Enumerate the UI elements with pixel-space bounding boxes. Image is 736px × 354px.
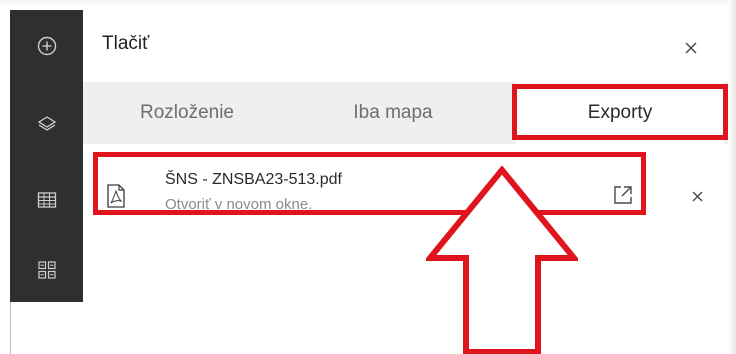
add-button[interactable] [10,24,83,68]
close-icon [685,42,697,54]
red-up-arrow [426,166,578,354]
widgets-button[interactable] [10,248,83,292]
table-icon [37,192,56,208]
panel-header: Tlačiť [83,10,728,82]
panel-close-button[interactable] [679,36,703,60]
tab-rozlozenie[interactable]: Rozloženie [103,82,271,144]
panel-title: Tlačiť [102,33,150,54]
layers-icon [37,116,56,131]
tab-iba-mapa[interactable]: Iba mapa [308,82,478,144]
add-circle-icon [37,36,56,56]
remove-export-button[interactable] [687,186,707,206]
frame-top-edge [0,0,736,8]
screenshot-frame: Tlačiť Rozloženie Iba mapa Exporty ŠNS -… [0,0,736,354]
frame-right-edge [728,0,736,354]
close-icon [692,191,702,201]
toolbar-empty-area [10,302,83,354]
left-toolbar [10,10,83,302]
grid-apps-icon [37,261,56,279]
table-button[interactable] [10,178,83,222]
layers-button[interactable] [10,102,83,146]
highlight-exporty-tab [512,84,728,140]
